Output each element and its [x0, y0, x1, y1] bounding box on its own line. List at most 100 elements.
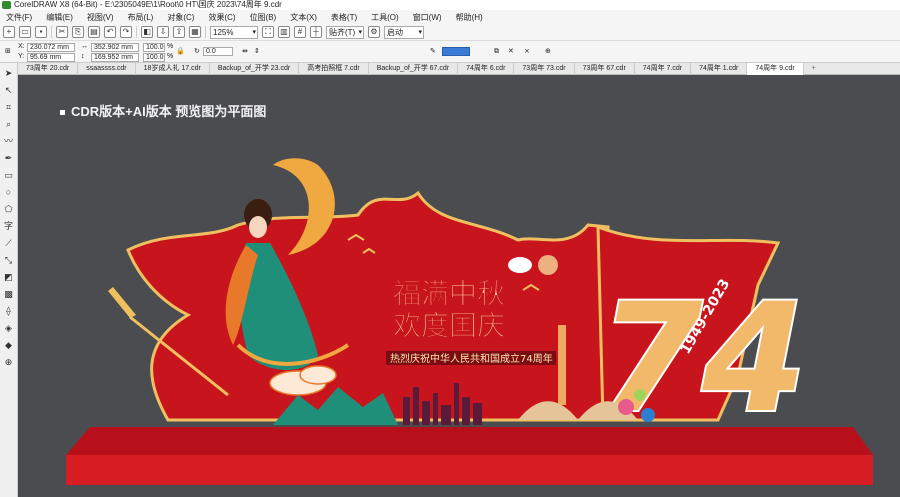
- menu-object[interactable]: 对象(C): [167, 12, 194, 23]
- artistic-media-icon[interactable]: ✒: [3, 153, 14, 164]
- lock-ratio-icon[interactable]: 🔒: [176, 47, 185, 56]
- menu-window[interactable]: 窗口(W): [413, 12, 442, 23]
- mirror-vertical-icon[interactable]: ⇕: [254, 47, 260, 56]
- cloud-left-top: [299, 365, 337, 385]
- application-launcher[interactable]: 启动 ▾: [384, 25, 424, 39]
- shape-tool-icon[interactable]: ↖: [3, 85, 14, 96]
- trim-icon[interactable]: ✕: [508, 47, 514, 56]
- separator: [136, 26, 137, 38]
- snap-to-label: 贴齐(T): [329, 27, 356, 37]
- rotation-field[interactable]: 0.0: [203, 47, 233, 56]
- menu-effects[interactable]: 效果(C): [208, 12, 235, 23]
- drop-shadow-icon[interactable]: ◩: [3, 272, 14, 283]
- flower-blue: [641, 408, 655, 422]
- document-tab[interactable]: Backup_of_开学 67.cdr: [369, 62, 459, 75]
- document-tab[interactable]: 高考拍照框 7.cdr: [299, 62, 369, 75]
- zoom-tool-icon[interactable]: ⌕: [3, 119, 14, 130]
- menu-edit[interactable]: 编辑(E): [46, 12, 73, 23]
- interactive-fill-icon[interactable]: ◈: [3, 323, 14, 334]
- search-content-icon[interactable]: ◧: [141, 26, 153, 38]
- menu-table[interactable]: 表格(T): [331, 12, 357, 23]
- save-icon[interactable]: ▪: [35, 26, 47, 38]
- menu-view[interactable]: 视图(V): [87, 12, 114, 23]
- object-origin-icon[interactable]: ⊞: [5, 47, 11, 56]
- scale-x-field[interactable]: 100.0: [143, 43, 165, 52]
- width-field[interactable]: 352.902 mm: [91, 43, 139, 52]
- height-field[interactable]: 169.952 mm: [91, 53, 139, 62]
- x-position-field[interactable]: 230.072 mm: [27, 43, 75, 52]
- full-screen-icon[interactable]: ⛶: [262, 26, 274, 38]
- zoom-level-combo[interactable]: 125% ▾: [210, 25, 258, 39]
- rotation-icon: ↻: [194, 48, 200, 55]
- menu-file[interactable]: 文件(F): [6, 12, 32, 23]
- scale-y-field[interactable]: 100.0: [143, 53, 165, 62]
- toolbox: ➤ ↖ ⌗ ⌕ 〰 ✒ ▭ ○ ⬠ 字 ⟋ ⤡ ◩ ▩ ⟠ ◈ ◆ ⊕: [0, 63, 18, 497]
- artwork[interactable]: 福满中秋 欢度国庆 热烈庆祝中华人民共和国成立74周年 74 1949-2023: [18, 75, 900, 497]
- outline-width-field[interactable]: [442, 47, 470, 56]
- document-tab[interactable]: Backup_of_开学 23.cdr: [210, 62, 300, 75]
- new-document-icon[interactable]: +: [3, 26, 15, 38]
- flower-pink: [618, 399, 634, 415]
- rectangle-tool-icon[interactable]: ▭: [3, 170, 14, 181]
- grid-icon[interactable]: #: [294, 26, 306, 38]
- freehand-tool-icon[interactable]: 〰: [3, 136, 14, 147]
- menu-bitmaps[interactable]: 位图(B): [250, 12, 277, 23]
- percent-label-x: %: [167, 43, 174, 50]
- connector-tool-icon[interactable]: ⤡: [3, 255, 14, 266]
- outline-width-icon[interactable]: ✎: [430, 47, 436, 56]
- menu-layout[interactable]: 布局(L): [128, 12, 154, 23]
- add-icon[interactable]: ⊕: [545, 47, 551, 56]
- add-tool-icon[interactable]: ⊕: [3, 357, 14, 368]
- document-tab[interactable]: 74周年 1.cdr: [691, 62, 748, 75]
- pick-tool-icon[interactable]: ➤: [3, 68, 14, 79]
- text-tool-icon[interactable]: 字: [3, 221, 14, 232]
- document-tab[interactable]: 73周年 20.cdr: [18, 62, 79, 75]
- copy-icon[interactable]: ⎘: [72, 26, 84, 38]
- percent-label-y: %: [167, 53, 174, 60]
- options-gear-icon[interactable]: ⚙: [368, 26, 380, 38]
- open-folder-icon[interactable]: ▭: [19, 26, 31, 38]
- crop-tool-icon[interactable]: ⌗: [3, 102, 14, 113]
- import-icon[interactable]: ⇩: [157, 26, 169, 38]
- transparency-icon[interactable]: ▩: [3, 289, 14, 300]
- mirror-horizontal-icon[interactable]: ⇹: [242, 47, 248, 56]
- subtitle: 热烈庆祝中华人民共和国成立74周年: [390, 352, 553, 365]
- red-flag-board: [126, 190, 610, 422]
- undo-icon[interactable]: ↶: [104, 26, 116, 38]
- document-tab[interactable]: 18岁成人礼 17.cdr: [136, 62, 210, 75]
- document-tab[interactable]: 73周年 73.cdr: [514, 62, 575, 75]
- document-tab[interactable]: 74周年 6.cdr: [458, 62, 515, 75]
- document-tab[interactable]: ssaassss.cdr: [78, 62, 136, 75]
- guidelines-icon[interactable]: ┼: [310, 26, 322, 38]
- new-tab-icon[interactable]: +: [804, 63, 824, 75]
- menu-help[interactable]: 帮助(H): [456, 12, 483, 23]
- coreldraw-app-icon: [2, 1, 11, 9]
- y-position-field[interactable]: 95.69 mm: [27, 53, 75, 62]
- menu-tools[interactable]: 工具(O): [371, 12, 399, 23]
- rulers-icon[interactable]: ▥: [278, 26, 290, 38]
- document-tab[interactable]: 73周年 67.cdr: [575, 62, 635, 75]
- publish-pdf-icon[interactable]: ▦: [189, 26, 201, 38]
- intersect-icon[interactable]: ⨯: [524, 47, 530, 56]
- title-bar: CorelDRAW X8 (64-Bit) - E:\2305049E\1\Ro…: [0, 0, 900, 10]
- eyedropper-icon[interactable]: ⟠: [3, 306, 14, 317]
- weld-icon[interactable]: ⧉: [494, 47, 499, 56]
- menu-text[interactable]: 文本(X): [290, 12, 317, 23]
- platform-front: [66, 455, 873, 485]
- snap-to-combo[interactable]: 贴齐(T) ▾: [326, 25, 364, 39]
- separator: [51, 26, 52, 38]
- parallel-dimension-icon[interactable]: ⟋: [3, 238, 14, 249]
- polygon-tool-icon[interactable]: ⬠: [3, 204, 14, 215]
- paste-icon[interactable]: ▤: [88, 26, 100, 38]
- drawing-canvas[interactable]: CDR版本+AI版本 预览图为平面图 福满中秋 欢度国庆 热烈庆祝中华人民共和国…: [18, 75, 900, 497]
- standard-toolbar: + ▭ ▪ ✂ ⎘ ▤ ↶ ↷ ◧ ⇩ ⇧ ▦ 125% ▾ ⛶ ▥ # ┼ 贴齐…: [0, 24, 900, 41]
- spear-tip: [108, 287, 136, 318]
- document-tab[interactable]: 74周年 7.cdr: [635, 62, 692, 75]
- cut-icon[interactable]: ✂: [56, 26, 68, 38]
- document-tab[interactable]: 74周年 9.cdr: [747, 62, 804, 75]
- smart-fill-icon[interactable]: ◆: [3, 340, 14, 351]
- width-icon: ↔: [81, 43, 88, 50]
- ellipse-tool-icon[interactable]: ○: [3, 187, 14, 198]
- export-icon[interactable]: ⇧: [173, 26, 185, 38]
- redo-icon[interactable]: ↷: [120, 26, 132, 38]
